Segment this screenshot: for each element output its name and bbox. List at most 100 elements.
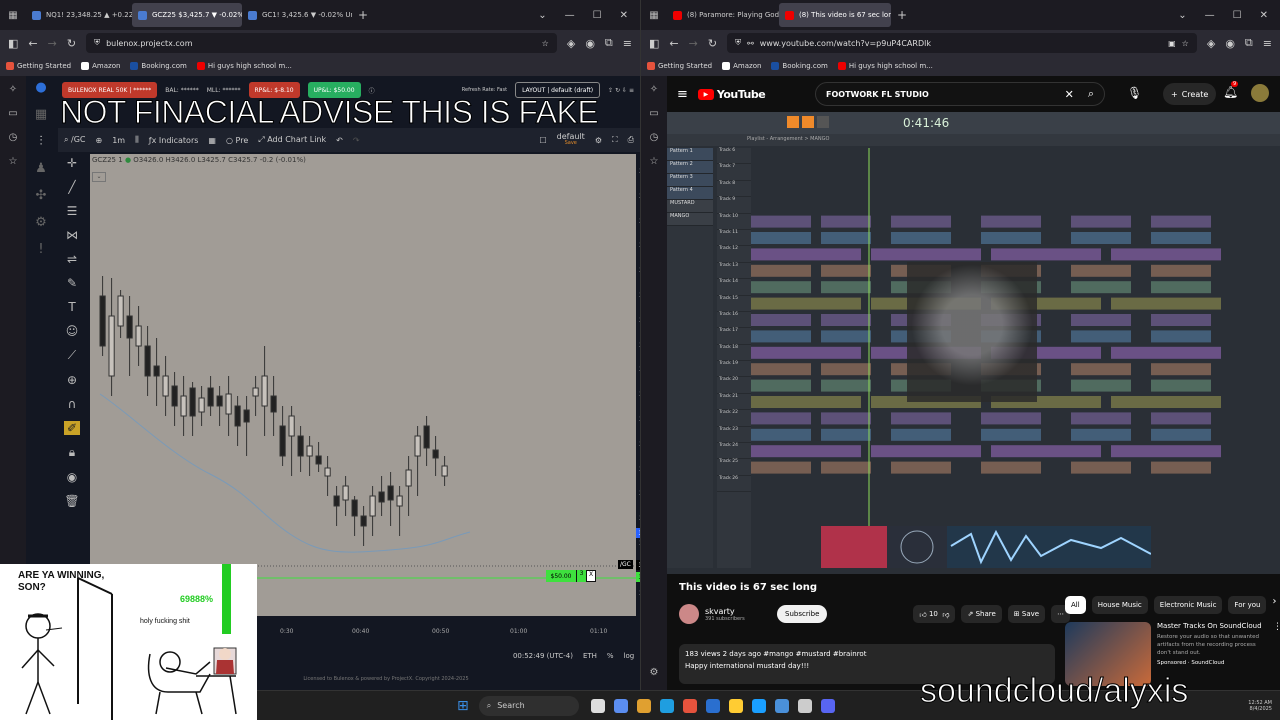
notifications-icon[interactable]: 🔔︎ 9: [1223, 81, 1238, 99]
tab-overflow-icon[interactable]: ⌄: [1178, 10, 1186, 21]
prediction-icon[interactable]: ⇌: [67, 252, 77, 266]
widgets-icon[interactable]: [613, 698, 628, 713]
customize-icon[interactable]: ⚙: [650, 667, 659, 678]
address-bar[interactable]: ⛨ ⚯ www.youtube.com/watch?v=p9uP4CARDlk ▣ ☆: [727, 33, 1197, 53]
magnet-icon[interactable]: ∩: [68, 397, 77, 411]
eye-icon[interactable]: ◉: [67, 470, 77, 484]
settings-gear-icon[interactable]: ⚙: [595, 136, 602, 145]
menu-icon[interactable]: ≡: [623, 37, 632, 50]
price-chart[interactable]: GCZ25 1 ● O3426.0 H3426.0 L3425.7 C3425.…: [90, 154, 636, 616]
lock-drawing-icon[interactable]: ✐: [64, 421, 80, 435]
forward-button[interactable]: →: [48, 37, 57, 50]
bookmark-booking[interactable]: Booking.com: [130, 62, 187, 70]
youtube-logo[interactable]: ▶ YouTube: [697, 88, 766, 101]
steam-icon[interactable]: [751, 698, 766, 713]
chip-electronic-music[interactable]: Electronic Music: [1153, 596, 1223, 614]
bookmark-amazon[interactable]: Amazon: [81, 62, 120, 70]
reload-button[interactable]: ↻: [708, 37, 717, 50]
emoji-icon[interactable]: ☺: [66, 324, 79, 338]
task-view-icon[interactable]: [590, 698, 605, 713]
folder-icon[interactable]: [728, 698, 743, 713]
github-icon[interactable]: [797, 698, 812, 713]
fib-icon[interactable]: ☰: [67, 204, 78, 218]
avatar[interactable]: [1251, 84, 1269, 102]
sync-tabs-icon[interactable]: ▭: [649, 108, 658, 119]
reload-button[interactable]: ↻: [67, 37, 76, 50]
pattern-icon[interactable]: ⋈: [66, 228, 78, 242]
tray-clock[interactable]: 12:52 AM 8/4/2025: [1248, 700, 1272, 712]
bar-style-icon[interactable]: ⫼: [135, 135, 139, 145]
tab-nq[interactable]: NQ1! 23,348.25 ▲ +0.22% Unnamed×: [26, 3, 132, 27]
layout-save[interactable]: default Save: [557, 133, 585, 147]
firefox-icon[interactable]: [682, 698, 697, 713]
pip-icon[interactable]: ▣: [1168, 39, 1176, 48]
app-icon[interactable]: [774, 698, 789, 713]
new-tab-button[interactable]: +: [897, 8, 907, 22]
thumbs-down-icon[interactable]: 👎︎: [942, 610, 949, 619]
permissions-icon[interactable]: ⚯: [747, 39, 754, 48]
like-button[interactable]: 👍︎ 10 👎︎: [913, 605, 956, 623]
channel-avatar[interactable]: [679, 604, 699, 624]
bookmark-youtube[interactable]: Hi guys high school m...: [837, 62, 933, 70]
suggestion-title[interactable]: Master Tracks On SoundCloud: [1157, 622, 1267, 630]
undo-icon[interactable]: ↶: [336, 136, 343, 145]
users-icon[interactable]: ♟: [35, 161, 47, 176]
close-window-button[interactable]: ✕: [620, 10, 628, 21]
store-icon[interactable]: [705, 698, 720, 713]
save-button[interactable]: ⊞ Save: [1007, 605, 1046, 623]
lock-icon[interactable]: 🔒︎: [69, 445, 75, 460]
video-player[interactable]: 0:41:46 Playlist - Arrangement > MANGO P…: [667, 112, 1280, 574]
channel-name[interactable]: skvarty: [705, 607, 765, 616]
account-icon[interactable]: ◉: [1225, 37, 1235, 50]
chip-house-music[interactable]: House Music: [1091, 596, 1148, 614]
share-button[interactable]: ⇗ Share: [961, 605, 1002, 623]
menu-icon[interactable]: ≡: [1263, 37, 1272, 50]
layout-icons[interactable]: ⇪ ↻ ⇩ ≡: [608, 87, 634, 94]
chart-icon[interactable]: ⫶: [39, 134, 42, 149]
new-tab-button[interactable]: +: [358, 8, 368, 22]
maximize-button[interactable]: ☐: [593, 10, 602, 21]
bookmark-star-icon[interactable]: ☆: [542, 39, 549, 48]
create-button[interactable]: + Create: [1163, 83, 1217, 105]
bookmark-star-icon[interactable]: ☆: [1182, 39, 1189, 48]
add-symbol-icon[interactable]: ⊕: [96, 136, 103, 145]
ai-chat-icon[interactable]: ✧: [9, 84, 17, 95]
pocket-icon[interactable]: ◈: [567, 37, 575, 50]
trash-icon[interactable]: 🗑︎: [64, 494, 79, 508]
search-icon[interactable]: ⌕: [1088, 87, 1094, 101]
extensions-icon[interactable]: ⧉: [605, 36, 613, 50]
file-explorer-icon[interactable]: [636, 698, 651, 713]
tab-list-icon[interactable]: ▦: [0, 10, 26, 21]
close-position-button[interactable]: X: [586, 570, 596, 582]
bookmarks-icon[interactable]: ☆: [650, 156, 659, 167]
tab-paramore[interactable]: (8) Paramore: Playing God |×: [667, 3, 779, 27]
session-toggle[interactable]: ETH: [583, 652, 597, 660]
sync-tabs-icon[interactable]: ▭: [8, 108, 17, 119]
bookmarks-icon[interactable]: ☆: [9, 156, 18, 167]
sidebar-toggle-icon[interactable]: ◧: [8, 37, 18, 50]
text-icon[interactable]: T: [68, 300, 75, 314]
alert-icon[interactable]: !: [38, 242, 43, 257]
back-button[interactable]: ←: [28, 37, 37, 50]
history-icon[interactable]: ◷: [9, 132, 18, 143]
account-icon[interactable]: ◉: [585, 37, 595, 50]
bookmark-getting-started[interactable]: Getting Started: [647, 62, 712, 70]
tools-icon[interactable]: ✣: [36, 188, 47, 203]
forward-button[interactable]: →: [689, 37, 698, 50]
taskbar-search[interactable]: ⌕ Search: [478, 695, 579, 716]
crosshair-icon[interactable]: ✛: [67, 156, 77, 170]
chip-all[interactable]: All: [1065, 596, 1086, 614]
trendline-icon[interactable]: ╱: [68, 180, 75, 194]
tab-this-video[interactable]: (8) This video is 67 sec long×: [779, 3, 891, 27]
log-toggle[interactable]: log: [624, 652, 635, 660]
fullscreen-icon[interactable]: ⛶: [612, 135, 618, 145]
ai-chat-icon[interactable]: ✧: [650, 84, 658, 95]
tab-gcz25[interactable]: GCZ25 $3,425.7 ▼ -0.02%×: [132, 3, 242, 27]
zoom-icon[interactable]: ⊕: [67, 373, 77, 387]
dashboard-icon[interactable]: ▦: [35, 107, 47, 122]
pocket-icon[interactable]: ◈: [1207, 37, 1215, 50]
subscribe-button[interactable]: Subscribe: [777, 605, 828, 623]
tab-gc1[interactable]: GC1! 3,425.6 ▼ -0.02% Unnamed×: [242, 3, 352, 27]
start-icon[interactable]: ⊞: [457, 698, 469, 714]
extensions-icon[interactable]: ⧉: [1245, 36, 1253, 50]
